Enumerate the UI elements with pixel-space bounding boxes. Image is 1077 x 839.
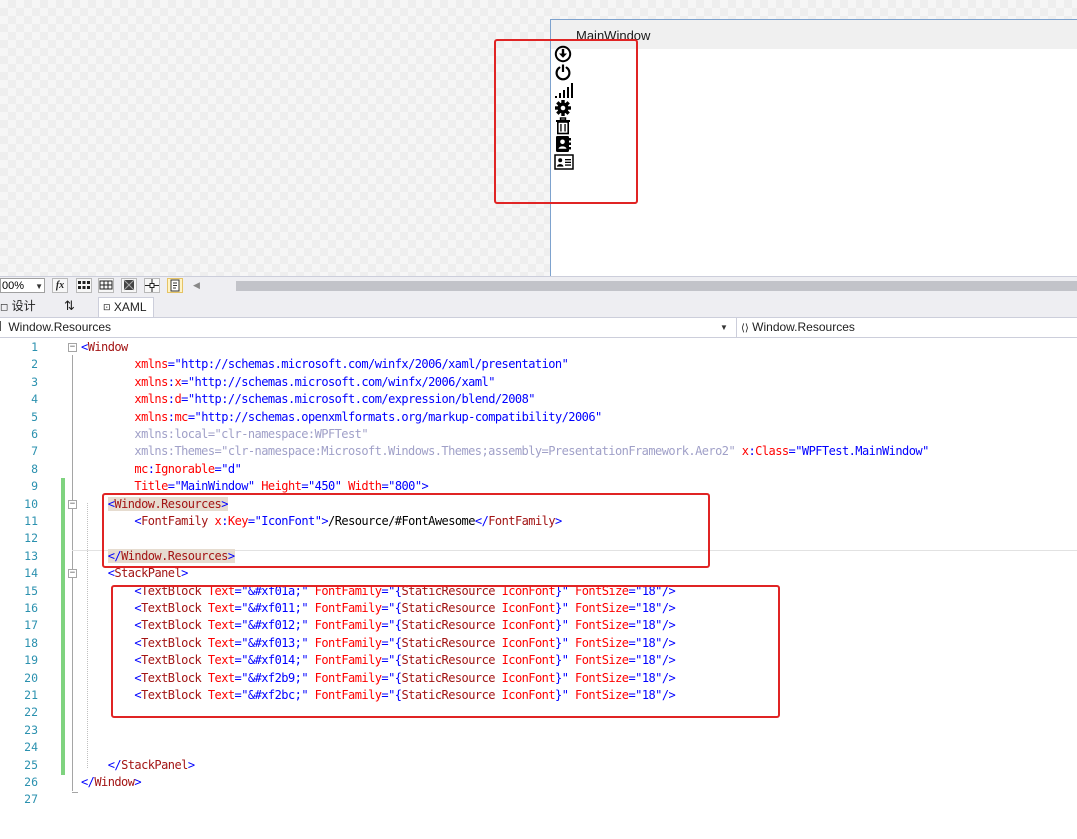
element-dropdown[interactable]: Window.Resources: [0, 318, 734, 337]
line-number: 11: [24, 514, 38, 528]
code-text: <Window: [81, 340, 128, 354]
view-tab-strip: ◻ 设计 ⇅ ⊡ XAML: [0, 295, 1077, 317]
member-dropdown-value: Window.Resources: [752, 320, 855, 334]
navigation-bar: Window.Resources ▼ ⟨⟩ Window.Resources: [0, 317, 1077, 338]
code-line[interactable]: 4 xmlns:d="http://schemas.microsoft.com/…: [0, 391, 1077, 408]
line-number: 13: [24, 548, 38, 563]
code-text: </Window>: [81, 775, 142, 789]
swap-panes-button[interactable]: ⇅: [64, 297, 75, 317]
tab-design-label: 设计: [11, 299, 36, 313]
line-number: 23: [24, 722, 38, 737]
member-dropdown-icon: ⟨⟩: [741, 323, 749, 334]
code-line[interactable]: 6 xmlns:local="clr-namespace:WPFTest": [0, 426, 1077, 443]
chevron-down-icon[interactable]: ▼: [720, 318, 728, 337]
xaml-icon: ⊡: [103, 302, 111, 312]
code-line[interactable]: 3 xmlns:x="http://schemas.microsoft.com/…: [0, 374, 1077, 391]
line-number: 19: [24, 653, 38, 668]
design-icon: ◻: [0, 302, 9, 313]
element-dropdown-value: Window.Resources: [8, 320, 112, 334]
line-number: 12: [24, 531, 38, 546]
designer-toolbar: 00% ▼ fx ◀: [0, 276, 1077, 295]
tab-design[interactable]: ◻ 设计: [0, 297, 36, 317]
line-number: 9: [31, 479, 38, 494]
snap-lines-icon[interactable]: [144, 278, 160, 293]
element-dropdown-icon: [0, 321, 5, 331]
collapse-icon[interactable]: −: [68, 499, 77, 509]
annotation-box-icons: [494, 39, 638, 204]
line-number: 4: [31, 392, 38, 407]
code-line[interactable]: 5 xmlns:mc="http://schemas.openxmlformat…: [0, 409, 1077, 426]
collapse-icon[interactable]: −: [68, 343, 77, 352]
line-number: 8: [31, 461, 38, 476]
line-number: 2: [31, 357, 38, 372]
annotation-box-textblocks: [111, 585, 780, 718]
code-line[interactable]: 8 mc:Ignorable="d": [0, 461, 1077, 478]
annotation-box-resources: [102, 493, 710, 568]
code-text: mc:Ignorable="d": [81, 461, 242, 476]
code-line[interactable]: 26 </Window>: [0, 774, 1077, 791]
line-number: 24: [24, 740, 38, 755]
code-line[interactable]: 24: [0, 739, 1077, 756]
chevron-down-icon: ▼: [35, 282, 43, 291]
line-number: 10: [24, 496, 38, 511]
line-number: 3: [31, 374, 38, 389]
line-number: 15: [24, 583, 38, 598]
line-number: 21: [24, 688, 38, 702]
code-text: xmlns:mc="http://schemas.openxmlformats.…: [81, 409, 602, 424]
code-text: xmlns:local="clr-namespace:WPFTest": [81, 427, 369, 441]
code-line[interactable]: 25 </StackPanel>: [0, 757, 1077, 774]
zoom-value: 00%: [2, 280, 25, 292]
swap-icon: ⇅: [64, 298, 75, 313]
code-text: xmlns:x="http://schemas.microsoft.com/wi…: [81, 374, 495, 389]
code-line[interactable]: 27: [0, 791, 1077, 808]
zoom-combobox[interactable]: 00% ▼: [0, 278, 45, 293]
line-number: 1: [31, 340, 38, 354]
tab-xaml-label: XAML: [113, 300, 147, 314]
scroll-left-icon[interactable]: ◀: [193, 280, 200, 291]
line-number: 22: [24, 705, 38, 720]
designer-surface: MainWindow: [0, 0, 1077, 277]
line-number: 20: [24, 670, 38, 685]
grid-icon[interactable]: [76, 278, 92, 293]
line-number: 25: [24, 757, 38, 772]
line-number: 17: [24, 618, 38, 633]
line-number: 18: [24, 635, 38, 650]
line-number: 16: [24, 601, 38, 615]
line-number: 26: [24, 775, 38, 789]
line-number: 5: [31, 409, 38, 424]
code-text: </StackPanel>: [107, 757, 195, 772]
member-dropdown[interactable]: ⟨⟩ Window.Resources: [736, 318, 855, 337]
line-number: 7: [31, 444, 38, 459]
code-line[interactable]: 2 xmlns="http://schemas.microsoft.com/wi…: [0, 356, 1077, 373]
code-line[interactable]: 7 xmlns:Themes="clr-namespace:Microsoft.…: [0, 443, 1077, 460]
tab-xaml[interactable]: ⊡ XAML: [98, 297, 154, 317]
collapse-icon[interactable]: −: [68, 569, 77, 579]
code-icon[interactable]: [167, 278, 183, 293]
code-text: xmlns:d="http://schemas.microsoft.com/ex…: [81, 392, 535, 407]
line-number: 27: [24, 792, 38, 807]
horizontal-scrollbar[interactable]: [236, 281, 1077, 291]
code-text: xmlns="http://schemas.microsoft.com/winf…: [81, 357, 569, 372]
fx-icon[interactable]: fx: [52, 278, 68, 293]
line-number: 6: [31, 427, 38, 441]
code-text: xmlns:Themes="clr-namespace:Microsoft.Wi…: [81, 444, 929, 459]
code-line[interactable]: 1 − <Window: [0, 339, 1077, 356]
artboard-icon[interactable]: [121, 278, 137, 293]
line-number: 14: [24, 566, 38, 581]
snap-grid-icon[interactable]: [98, 278, 114, 293]
code-line[interactable]: 23: [0, 722, 1077, 739]
